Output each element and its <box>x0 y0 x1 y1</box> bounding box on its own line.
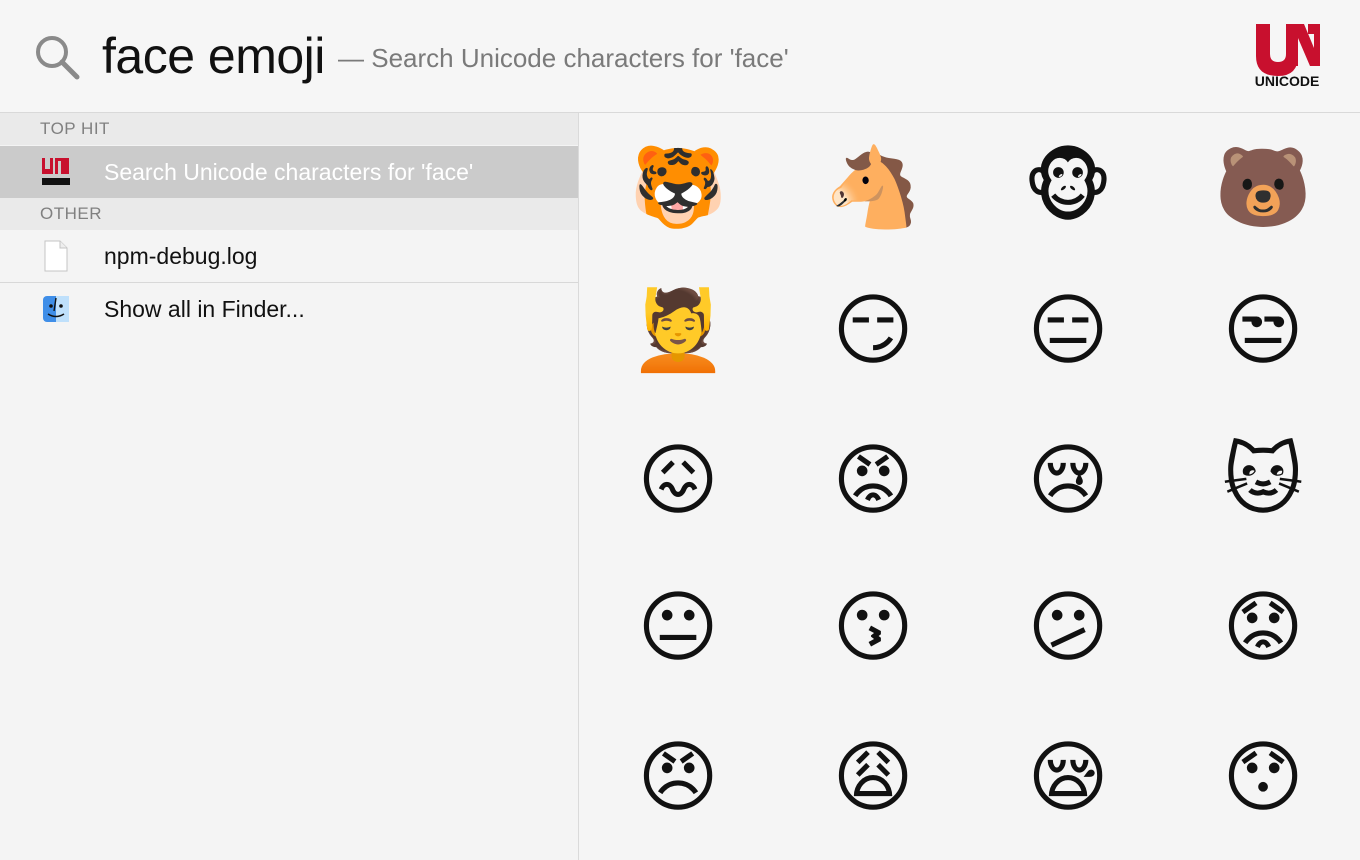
emoji-neutral-face[interactable]: 😐 <box>618 568 738 688</box>
emoji-glyph: 💆 <box>629 286 727 376</box>
emoji-bear-face[interactable]: 🐻 <box>1203 128 1323 248</box>
result-file-npm-debug-log[interactable]: npm-debug.log <box>0 230 578 282</box>
emoji-weary-face[interactable]: 😩 <box>813 718 933 838</box>
emoji-glyph: 🐱 <box>1222 436 1304 526</box>
emoji-confused-face[interactable]: 😕 <box>1008 568 1128 688</box>
emoji-glyph: 😟 <box>1222 583 1304 673</box>
emoji-angry-face[interactable]: 😠 <box>618 718 738 838</box>
emoji-glyph: 😡 <box>832 436 914 526</box>
emoji-face-massage[interactable]: 💆 <box>618 271 738 391</box>
emoji-tiger-face[interactable]: 🐯 <box>618 128 738 248</box>
spotlight-search-bar: face emoji — Search Unicode characters f… <box>0 0 1360 113</box>
emoji-glyph: 😕 <box>1027 583 1109 673</box>
emoji-horse-face[interactable]: 🐴 <box>813 128 933 248</box>
emoji-glyph: 😑 <box>1027 286 1109 376</box>
show-all-in-finder[interactable]: Show all in Finder... <box>0 283 578 335</box>
search-completion-hint: — Search Unicode characters for 'face' <box>338 43 789 73</box>
emoji-glyph: 🐻 <box>1214 143 1312 233</box>
emoji-expressionless-face[interactable]: 😑 <box>1008 271 1128 391</box>
emoji-smirking-face[interactable]: 😏 <box>813 271 933 391</box>
emoji-glyph: 🐴 <box>824 143 922 233</box>
emoji-glyph: 😐 <box>637 583 719 673</box>
result-label: npm-debug.log <box>104 243 258 269</box>
emoji-unamused-face[interactable]: 😒 <box>1203 271 1323 391</box>
emoji-worried-face[interactable]: 😟 <box>1203 568 1323 688</box>
results-list: TOP HIT Search Unicode characters for 'f… <box>0 113 579 860</box>
emoji-glyph: 😯 <box>1222 733 1304 823</box>
emoji-glyph: 🐵 <box>1022 143 1114 233</box>
emoji-monkey-face[interactable]: 🐵 <box>1008 128 1128 248</box>
section-header-other: OTHER <box>0 198 578 230</box>
section-header-top-hit: TOP HIT <box>0 113 578 145</box>
emoji-sleepy-face[interactable]: 😪 <box>1008 718 1128 838</box>
emoji-glyph: 😩 <box>832 733 914 823</box>
magnifying-glass-icon <box>36 36 80 80</box>
emoji-glyph: 🐯 <box>629 143 727 233</box>
unicode-app-icon <box>42 158 70 185</box>
emoji-pouting-face[interactable]: 😡 <box>813 421 933 541</box>
emoji-hushed-face[interactable]: 😯 <box>1203 718 1323 838</box>
emoji-kissing-face[interactable]: 😗 <box>813 568 933 688</box>
finder-icon <box>43 296 69 322</box>
emoji-glyph: 😖 <box>637 436 719 526</box>
emoji-glyph: 😢 <box>1027 436 1109 526</box>
emoji-glyph: 😗 <box>832 583 914 673</box>
emoji-preview-grid: 🐯 🐴 🐵 🐻 💆 😏 😑 😒 😖 😡 😢 🐱 😐 😗 😕 😟 😠 😩 😪 😯 <box>580 113 1360 860</box>
unicode-app-logo: UNICODE <box>1255 24 1320 89</box>
emoji-confounded-face[interactable]: 😖 <box>618 421 738 541</box>
emoji-glyph: 😪 <box>1027 733 1109 823</box>
result-label: Show all in Finder... <box>104 296 305 322</box>
emoji-glyph: 😠 <box>637 733 719 823</box>
emoji-glyph: 😒 <box>1222 286 1304 376</box>
emoji-cat-face[interactable]: 🐱 <box>1203 421 1323 541</box>
search-input[interactable]: face emoji <box>102 24 325 88</box>
emoji-crying-face[interactable]: 😢 <box>1008 421 1128 541</box>
document-icon <box>44 240 68 272</box>
emoji-glyph: 😏 <box>832 286 914 376</box>
result-label: Search Unicode characters for 'face' <box>104 159 474 185</box>
unicode-logo-text: UNICODE <box>1255 73 1320 89</box>
result-top-hit[interactable]: Search Unicode characters for 'face' <box>0 146 578 198</box>
